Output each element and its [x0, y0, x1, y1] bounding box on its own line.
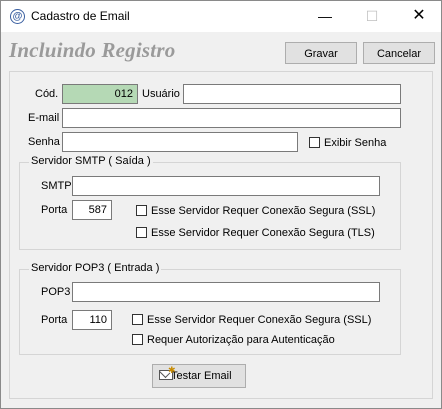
- pop3-ssl-label: Esse Servidor Requer Conexão Segura (SSL…: [147, 314, 372, 326]
- usuario-label: Usuário: [142, 88, 180, 100]
- pop3-ssl-checkbox[interactable]: [132, 314, 143, 325]
- pop3-porta-field[interactable]: 110: [72, 310, 112, 330]
- cancel-button[interactable]: Cancelar: [363, 42, 435, 64]
- smtp-ssl-label: Esse Servidor Requer Conexão Segura (SSL…: [151, 205, 376, 217]
- page-title: Incluindo Registro: [9, 38, 176, 62]
- exibir-senha-checkbox[interactable]: [309, 137, 320, 148]
- window-title: Cadastro de Email: [31, 9, 130, 23]
- save-button[interactable]: Gravar: [285, 42, 357, 64]
- smtp-group-title: Servidor SMTP ( Saída ): [29, 155, 153, 167]
- smtp-label: SMTP: [41, 180, 72, 192]
- exibir-senha-label: Exibir Senha: [324, 137, 387, 149]
- pop3-porta-label: Porta: [41, 314, 68, 326]
- pop3-label: POP3: [41, 286, 71, 298]
- test-email-label: Testar Email: [171, 370, 232, 382]
- pop3-auth-label: Requer Autorização para Autenticação: [147, 334, 335, 346]
- maximize-button: ☐: [365, 8, 379, 24]
- smtp-tls-label: Esse Servidor Requer Conexão Segura (TLS…: [151, 227, 375, 239]
- senha-field[interactable]: [62, 132, 298, 152]
- pop3-field[interactable]: [72, 282, 380, 302]
- close-button[interactable]: ✕: [404, 5, 434, 27]
- smtp-porta-label: Porta: [41, 204, 68, 216]
- pop3-auth-checkbox[interactable]: [132, 334, 143, 345]
- smtp-porta-field[interactable]: 587: [72, 200, 112, 220]
- email-label: E-mail: [28, 112, 60, 124]
- cod-field[interactable]: 012: [62, 84, 138, 104]
- at-sign-icon: @: [10, 9, 25, 24]
- cod-label: Cód.: [35, 88, 59, 100]
- usuario-field[interactable]: [183, 84, 401, 104]
- email-field[interactable]: [62, 108, 401, 128]
- dialog-window: @ Cadastro de Email — ☐ ✕ Incluindo Regi…: [0, 0, 442, 409]
- smtp-field[interactable]: [72, 176, 380, 196]
- senha-label: Senha: [28, 136, 60, 148]
- smtp-tls-checkbox[interactable]: [136, 227, 147, 238]
- pop3-group-title: Servidor POP3 ( Entrada ): [29, 262, 162, 274]
- minimize-button[interactable]: —: [310, 5, 340, 27]
- smtp-ssl-checkbox[interactable]: [136, 205, 147, 216]
- title-bar[interactable]: @ Cadastro de Email — ☐ ✕: [1, 1, 441, 32]
- star-icon: ✱: [168, 365, 176, 375]
